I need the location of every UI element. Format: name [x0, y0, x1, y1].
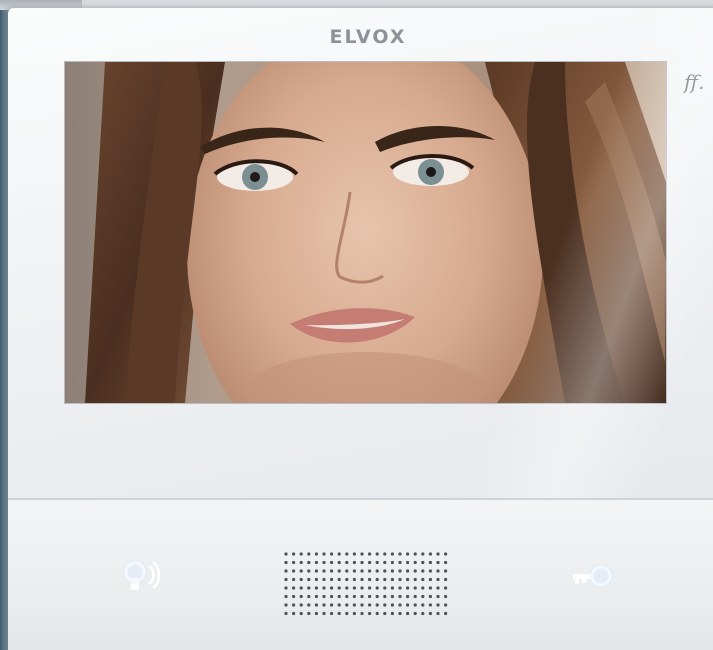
speaker-grille-holes — [284, 552, 448, 616]
answer-call-button[interactable] — [113, 548, 173, 608]
phone-audio-icon — [123, 560, 161, 590]
door-release-button[interactable] — [563, 548, 623, 608]
speaker-grille — [280, 548, 456, 620]
product-photo: ELVOX ﬀ. — [0, 0, 713, 650]
control-panel — [8, 500, 713, 650]
brand-logo: ELVOX — [329, 26, 407, 48]
status-indicator-icon: ﬀ. — [684, 70, 705, 94]
key-icon — [573, 564, 613, 588]
video-intercom-monitor: ELVOX ﬀ. — [8, 8, 713, 650]
video-screen[interactable] — [65, 62, 666, 403]
visitor-video-feed — [65, 62, 666, 403]
glass-front-panel: ELVOX ﬀ. — [8, 8, 713, 500]
